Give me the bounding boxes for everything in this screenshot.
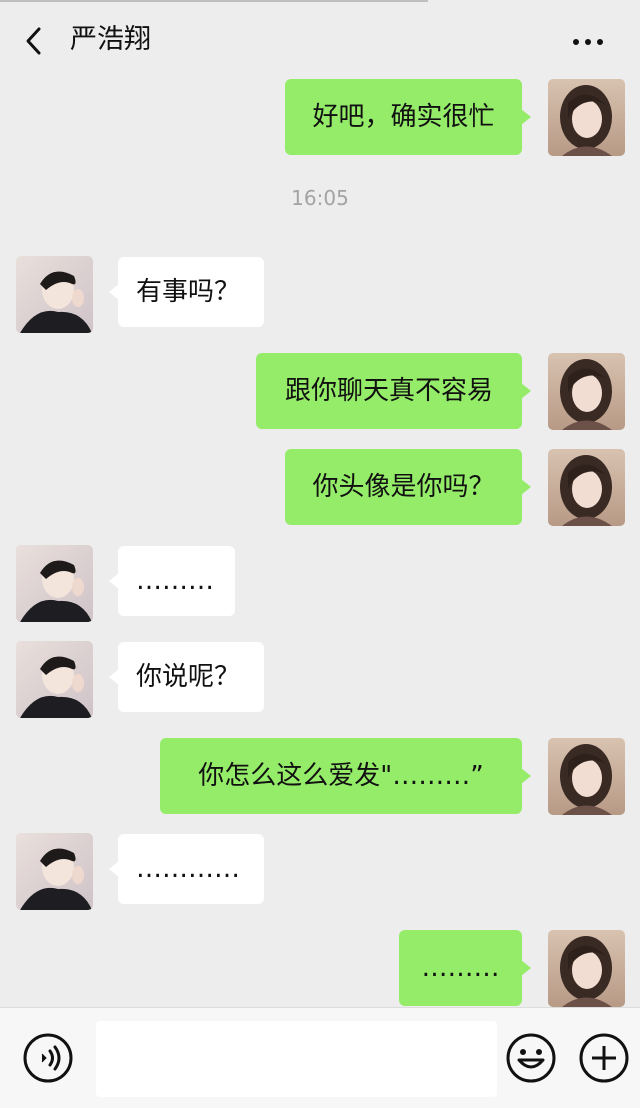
input-bar: [0, 1007, 640, 1108]
message-input[interactable]: [96, 1021, 497, 1097]
avatar-contact[interactable]: [16, 545, 93, 622]
message-bubble[interactable]: ………: [109, 546, 235, 616]
message-bubble[interactable]: 好吧，确实很忙: [285, 79, 531, 155]
timestamp: 16:05: [291, 186, 349, 210]
message-bubble[interactable]: 你头像是你吗？: [285, 449, 531, 525]
avatar-contact[interactable]: [16, 256, 93, 333]
avatar-contact[interactable]: [16, 641, 93, 718]
voice-icon[interactable]: [22, 1032, 74, 1084]
emoji-icon[interactable]: [505, 1032, 557, 1084]
chat-header: 严浩翔: [0, 2, 640, 76]
avatar-self[interactable]: [548, 353, 625, 430]
message-bubble[interactable]: ………: [399, 930, 531, 1006]
message-bubble[interactable]: 跟你聊天真不容易: [256, 353, 531, 429]
message-bubble[interactable]: …………: [109, 834, 264, 904]
message-bubble[interactable]: 有事吗？: [109, 257, 264, 327]
message-bubble[interactable]: 你怎么这么爱发"………”: [160, 738, 531, 814]
page-title: 严浩翔: [70, 24, 151, 55]
avatar-self[interactable]: [548, 930, 625, 1007]
plus-icon[interactable]: [578, 1032, 630, 1084]
avatar-contact[interactable]: [16, 833, 93, 910]
avatar-self[interactable]: [548, 738, 625, 815]
message-bubble[interactable]: 你说呢？: [109, 642, 264, 712]
avatar-self[interactable]: [548, 449, 625, 526]
chevron-left-icon[interactable]: [22, 26, 48, 56]
more-dots-icon[interactable]: [568, 32, 608, 52]
avatar-self[interactable]: [548, 79, 625, 156]
